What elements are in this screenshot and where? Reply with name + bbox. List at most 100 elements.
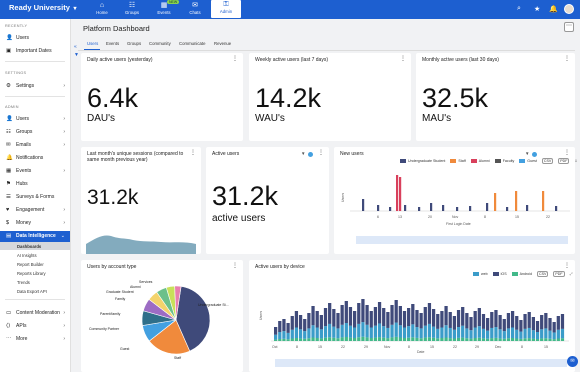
filter-icon[interactable]: ▼ [301,151,305,156]
chart-bar[interactable] [427,323,432,338]
chart-bar[interactable] [540,329,544,339]
kebab-menu-icon[interactable]: ⋮ [318,150,324,156]
chart-bar[interactable] [319,329,323,339]
chart-bar[interactable] [515,191,518,211]
sidebar-item-surveys-forms[interactable]: ☰ Surveys & Forms [0,192,70,202]
chart-bar[interactable] [473,338,477,341]
chart-bar[interactable] [544,313,548,329]
nav-home[interactable]: ⌂ Home [87,1,117,18]
chart-bar[interactable] [407,308,411,327]
chart-bar[interactable] [390,324,394,338]
chart-bar[interactable] [357,303,361,324]
chart-bar[interactable] [490,327,494,339]
chart-bar[interactable] [373,337,378,341]
chat-bubble-icon[interactable]: ✉ [567,356,578,367]
chart-bar[interactable] [419,313,423,329]
sidebar-item-groups[interactable]: ☷ Groups › [0,127,70,137]
sidebar-item-notifications[interactable]: 🔔 Notifications [0,153,70,163]
tab-community[interactable]: Community [149,41,171,46]
chart-bar[interactable] [548,330,552,339]
chart-bar[interactable] [311,325,315,338]
chart-bar[interactable] [535,339,540,341]
chart-bar[interactable] [340,337,344,341]
chart-bar[interactable] [274,339,278,341]
chart-bar[interactable] [494,193,497,211]
chart-bar[interactable] [377,205,380,211]
chart-bar[interactable] [298,338,303,341]
chart-bar[interactable] [548,338,552,341]
chart-bar[interactable] [336,328,340,339]
chart-bar[interactable] [303,319,307,332]
chart-bar[interactable] [465,328,469,339]
chart-bar[interactable] [344,301,348,323]
sidebar-item-content-moderation[interactable]: ▭ Content Moderation › [0,308,70,318]
chart-bar[interactable] [469,317,473,331]
sidebar-subitem-reports-library[interactable]: Reports Library [0,269,70,277]
chart-bar[interactable] [490,312,494,328]
chart-bar[interactable] [540,338,544,341]
chart-bar[interactable] [423,325,427,338]
chart-bar[interactable] [452,338,457,342]
chart-bar[interactable] [423,307,427,326]
chart-bar[interactable] [278,339,282,341]
chart-bar[interactable] [398,325,402,338]
chart-bar[interactable] [531,317,535,331]
chart-bar[interactable] [523,314,527,329]
chart-bar[interactable] [323,337,328,341]
chart-bar[interactable] [290,316,294,330]
chart-bar[interactable] [373,307,378,326]
chart-bar[interactable] [440,338,444,341]
search-icon[interactable]: ⌕ [517,5,521,13]
chart-bar[interactable] [440,311,444,328]
sidebar-item-recent-users[interactable]: 👤 Users [0,33,70,43]
chart-bar[interactable] [365,324,369,338]
chart-bar[interactable] [419,338,423,341]
chart-bar[interactable] [494,327,498,338]
chart-bar[interactable] [377,302,382,324]
chart-bar[interactable] [404,205,407,211]
chart-bar[interactable] [328,303,332,324]
chart-bar[interactable] [294,311,299,328]
chart-bar[interactable] [344,323,348,337]
chart-bar[interactable] [419,328,423,339]
chart-bar[interactable] [448,338,452,341]
sidebar-item-users[interactable]: 👤 Users › [0,114,70,124]
chart-bar[interactable] [527,327,531,339]
chart-bar[interactable] [431,309,436,327]
chart-bar[interactable] [519,320,523,332]
chart-bar[interactable] [531,338,535,341]
chart-bar[interactable] [332,309,336,327]
chart-bar[interactable] [402,327,407,339]
chart-bar[interactable] [531,330,535,339]
chart-bar[interactable] [527,312,531,328]
chart-bar[interactable] [352,327,357,339]
chart-bar[interactable] [556,316,560,330]
chart-bar[interactable] [315,311,319,328]
chart-bar[interactable] [303,338,307,341]
chart-bar[interactable] [415,310,419,328]
kebab-menu-icon[interactable]: ⋮ [564,56,570,62]
chart-bar[interactable] [282,319,286,332]
chart-bar[interactable] [390,337,394,341]
nav-admin[interactable]: ⚿ Admin [211,0,241,18]
chart-bar[interactable] [394,322,398,337]
chart-bar[interactable] [362,199,365,211]
chart-bar[interactable] [352,311,357,328]
chart-bar[interactable] [340,305,344,325]
sidebar-item-hubs[interactable]: ⚑ Hubs [0,179,70,189]
chart-bar[interactable] [498,315,502,330]
bell-icon[interactable]: 🔔 [549,5,558,13]
chart-bar[interactable] [544,328,548,339]
sidebar-item-data-intelligence[interactable]: ▤ Data Intelligence ⌄ [0,231,70,242]
chart-bar[interactable] [398,337,402,342]
chart-bar[interactable] [294,338,299,341]
chart-bar[interactable] [465,313,469,329]
sidebar-item-apis[interactable]: ⟨⟩ APIs › [0,321,70,331]
chart-bar[interactable] [382,326,386,338]
chart-bar[interactable] [311,337,315,342]
chart-bar[interactable] [456,337,461,341]
chart-bar[interactable] [486,338,490,341]
chart-bar[interactable] [298,315,303,330]
chart-bar[interactable] [382,308,386,327]
chart-bar[interactable] [444,306,448,326]
